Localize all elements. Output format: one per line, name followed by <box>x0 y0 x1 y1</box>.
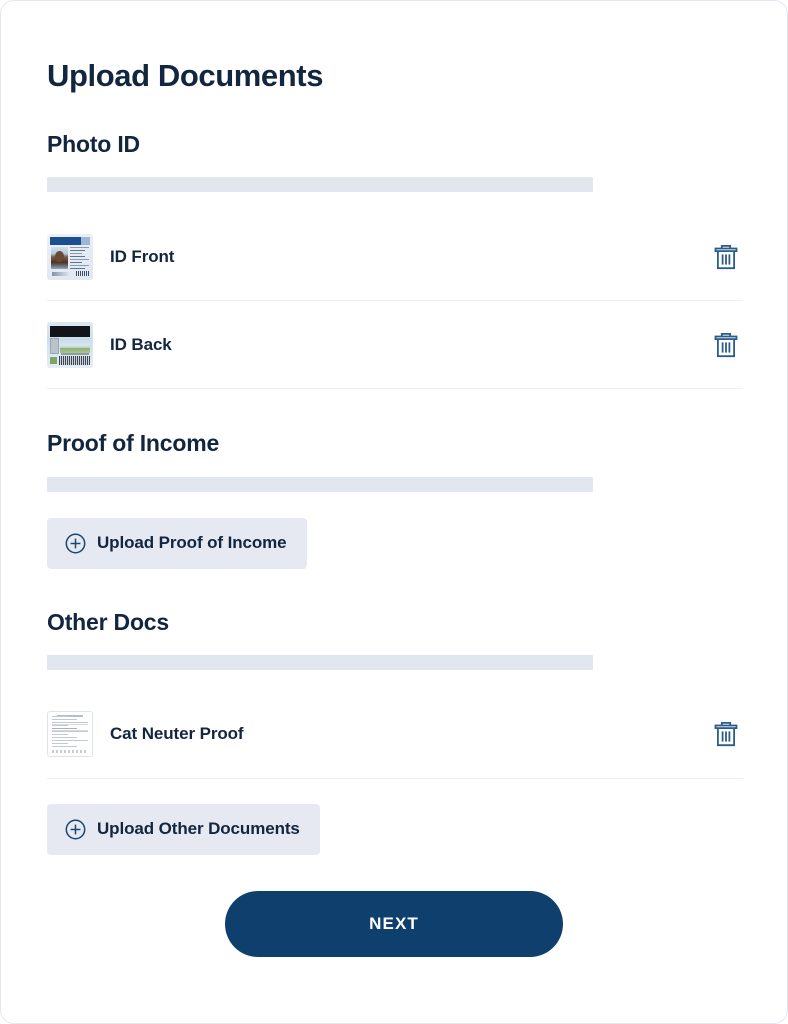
document-name: Cat Neuter Proof <box>110 724 244 744</box>
plus-circle-icon <box>65 819 86 840</box>
document-name: ID Back <box>110 334 172 354</box>
section-heading-photo-id: Photo ID <box>47 131 140 158</box>
license-back-barcode <box>59 355 90 365</box>
trash-icon <box>714 244 738 269</box>
upload-other-documents-button[interactable]: Upload Other Documents <box>47 803 320 855</box>
license-signature <box>52 271 72 276</box>
delete-document-button[interactable] <box>709 714 743 754</box>
license-back-emblem <box>50 356 57 364</box>
document-footer-line <box>52 750 88 754</box>
table-row: ID Front <box>47 213 743 302</box>
table-row: ID Back <box>47 301 743 390</box>
placeholder-bar-proof-of-income <box>47 476 593 492</box>
upload-button-label: Upload Other Documents <box>97 819 300 839</box>
upload-button-label: Upload Proof of Income <box>97 533 287 553</box>
document-text-lines <box>52 716 88 752</box>
license-portrait-face <box>55 250 64 262</box>
table-row: Cat Neuter Proof <box>47 691 743 779</box>
plus-circle-icon <box>65 533 86 554</box>
placeholder-bar-photo-id <box>47 177 593 193</box>
section-heading-other-docs: Other Docs <box>47 608 169 635</box>
next-button[interactable]: NEXT <box>225 890 563 957</box>
drivers-license-front-image[interactable] <box>47 233 93 280</box>
document-name: ID Front <box>110 246 175 266</box>
trash-icon <box>714 722 738 747</box>
delete-document-button[interactable] <box>709 237 743 277</box>
trash-icon <box>714 332 738 357</box>
license-magnetic-stripe <box>50 325 90 337</box>
drivers-license-back-image[interactable] <box>47 321 93 368</box>
license-back-text <box>61 352 89 355</box>
license-text-lines <box>70 246 89 270</box>
upload-proof-of-income-button[interactable]: Upload Proof of Income <box>47 517 307 569</box>
upload-documents-page: Upload Documents Photo ID ID Front ID Ba… <box>0 0 788 1024</box>
placeholder-bar-other-docs <box>47 654 593 670</box>
page-title: Upload Documents <box>47 58 324 93</box>
delete-document-button[interactable] <box>709 325 743 365</box>
footer-actions: NEXT <box>47 890 741 957</box>
license-barcode <box>76 270 89 276</box>
license-side-panel <box>50 337 59 354</box>
license-header-stripe <box>81 236 90 245</box>
page-content: Upload Documents Photo ID ID Front ID Ba… <box>1 1 787 957</box>
section-heading-proof-of-income: Proof of Income <box>47 430 220 457</box>
scanned-document-image[interactable] <box>47 711 93 758</box>
